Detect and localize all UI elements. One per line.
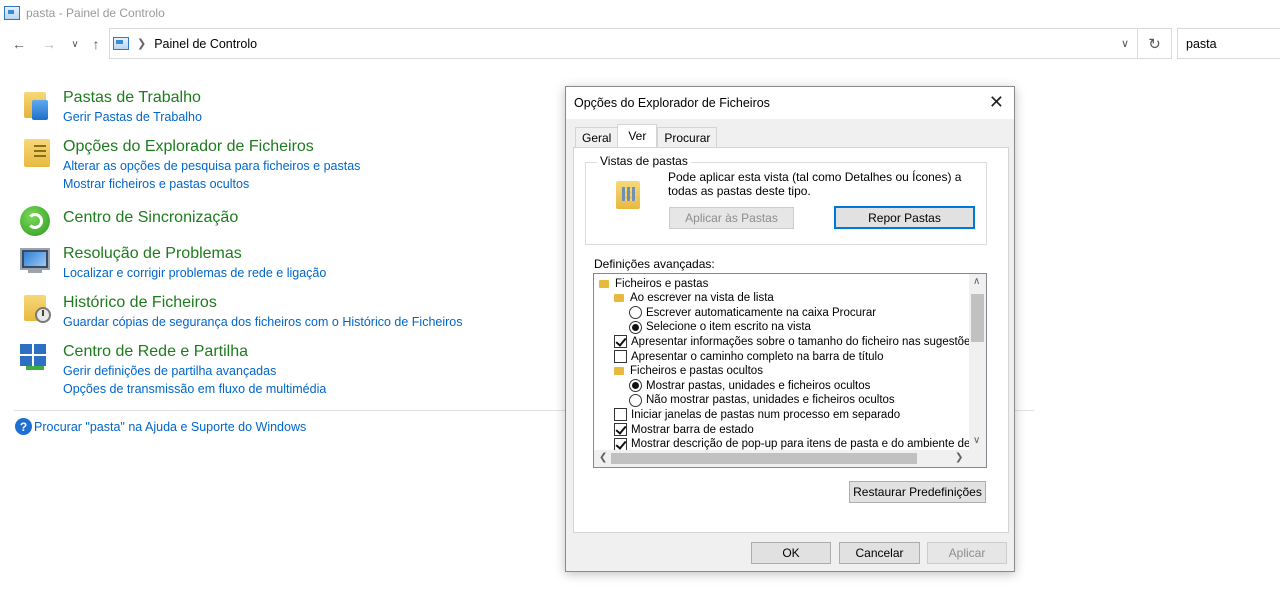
recent-locations-chevron-icon[interactable]: ∨ [64, 28, 86, 60]
address-bar[interactable]: ❯ Painel de Controlo ∨ [109, 28, 1138, 59]
folder-icon [614, 367, 624, 376]
tab-general[interactable]: Geral [575, 127, 619, 147]
setting-label: Não mostrar pastas, unidades e ficheiros… [646, 394, 895, 407]
setting-label: Apresentar informações sobre o tamanho d… [631, 335, 986, 348]
navigation-bar: ← → ∨ ↑ ❯ Painel de Controlo ∨ ↻ pasta [0, 28, 1280, 60]
cancel-button[interactable]: Cancelar [839, 542, 920, 564]
result-link[interactable]: Alterar as opções de pesquisa para fiche… [63, 157, 360, 175]
setting-row[interactable]: Não mostrar pastas, unidades e ficheiros… [629, 393, 895, 408]
help-search-link[interactable]: ? Procurar "pasta" na Ajuda e Suporte do… [15, 418, 306, 435]
setting-label: Iniciar janelas de pastas num processo e… [631, 408, 901, 421]
setting-row[interactable]: Apresentar informações sobre o tamanho d… [614, 334, 986, 349]
result-link[interactable]: Localizar e corrigir problemas de rede e… [63, 264, 326, 282]
file-explorer-options-dialog: Opções do Explorador de Ficheiros ✕ Gera… [565, 86, 1015, 572]
checkbox[interactable] [614, 350, 627, 363]
close-icon[interactable]: ✕ [989, 93, 1004, 111]
folder-views-icon [616, 181, 642, 209]
advanced-settings-list[interactable]: Ficheiros e pastas Ao escrever na vista d… [593, 273, 987, 468]
window-title-bar: pasta - Painel de Controlo [0, 0, 1280, 26]
result-title[interactable]: Centro de Sincronização [63, 208, 238, 228]
reset-folders-button[interactable]: Repor Pastas [834, 206, 975, 229]
setting-label: Mostrar barra de estado [631, 423, 754, 436]
result-title[interactable]: Resolução de Problemas [63, 244, 326, 264]
scroll-down-icon[interactable]: ∨ [973, 435, 980, 446]
breadcrumb-path[interactable]: Painel de Controlo [154, 37, 257, 51]
result-title[interactable]: Histórico de Ficheiros [63, 293, 463, 313]
setting-label: Mostrar pastas, unidades e ficheiros ocu… [646, 379, 871, 392]
help-icon: ? [15, 418, 32, 435]
work-folders-icon [18, 88, 52, 122]
tab-view[interactable]: Ver [617, 124, 658, 147]
checkbox[interactable] [614, 437, 627, 451]
ok-button[interactable]: OK [751, 542, 831, 564]
setting-row[interactable]: Iniciar janelas de pastas num processo e… [614, 407, 900, 422]
sync-center-icon [18, 206, 52, 242]
scroll-up-icon[interactable]: ∧ [973, 276, 980, 287]
scroll-left-icon[interactable]: ❮ [599, 452, 607, 463]
horizontal-scrollbar[interactable]: ❮ ❯ [594, 450, 986, 467]
setting-row[interactable]: Escrever automaticamente na caixa Procur… [629, 305, 876, 320]
control-panel-icon [4, 6, 20, 20]
help-link-text[interactable]: Procurar "pasta" na Ajuda e Suporte do W… [34, 420, 306, 434]
radio-button[interactable] [629, 320, 642, 334]
dialog-title: Opções do Explorador de Ficheiros [574, 96, 770, 110]
apply-button[interactable]: Aplicar [927, 542, 1007, 564]
checkbox[interactable] [614, 335, 627, 349]
radio-button[interactable] [629, 306, 642, 320]
breadcrumb-chevron-icon[interactable]: ❯ [137, 37, 146, 50]
setting-row: Ficheiros e pastas [599, 276, 708, 291]
result-link[interactable]: Mostrar ficheiros e pastas ocultos [63, 175, 360, 193]
network-sharing-icon [18, 342, 52, 376]
result-link[interactable]: Opções de transmissão em fluxo de multim… [63, 380, 326, 398]
back-arrow-icon[interactable]: ← [8, 28, 30, 60]
refresh-icon[interactable]: ↻ [1138, 28, 1172, 59]
setting-label: Selecione o item escrito na vista [646, 321, 811, 334]
file-history-icon [18, 293, 52, 327]
result-link[interactable]: Gerir definições de partilha avançadas [63, 362, 326, 380]
setting-row: Ficheiros e pastas ocultos [614, 364, 763, 379]
dialog-tabs: Geral Ver Procurar [575, 124, 718, 147]
result-link[interactable]: Guardar cópias de segurança dos ficheiro… [63, 313, 463, 331]
dialog-title-bar: Opções do Explorador de Ficheiros ✕ [566, 87, 1014, 119]
radio-button[interactable] [629, 393, 642, 407]
result-title[interactable]: Centro de Rede e Partilha [63, 342, 326, 362]
setting-row[interactable]: Selecione o item escrito na vista [629, 320, 811, 335]
setting-row: Ao escrever na vista de lista [614, 291, 774, 306]
setting-label: Escrever automaticamente na caixa Procur… [646, 306, 877, 319]
apply-to-folders-button[interactable]: Aplicar às Pastas [669, 207, 794, 229]
result-link[interactable]: Gerir Pastas de Trabalho [63, 108, 202, 126]
address-dropdown-chevron-icon[interactable]: ∨ [1121, 37, 1129, 50]
scroll-thumb[interactable] [611, 453, 917, 464]
setting-label: Ficheiros e pastas [615, 277, 709, 290]
advanced-settings-label: Definições avançadas: [594, 257, 715, 271]
setting-label: Mostrar descrição de pop-up para itens d… [631, 438, 987, 451]
search-input[interactable]: pasta [1177, 28, 1280, 59]
forward-arrow-icon[interactable]: → [38, 28, 60, 60]
setting-row[interactable]: Mostrar pastas, unidades e ficheiros ocu… [629, 378, 870, 393]
scroll-right-icon[interactable]: ❯ [955, 452, 963, 463]
result-title[interactable]: Pastas de Trabalho [63, 88, 202, 108]
control-panel-icon [113, 37, 129, 50]
scroll-thumb[interactable] [971, 294, 984, 342]
vertical-scrollbar[interactable]: ∧ ∨ [969, 274, 986, 450]
setting-label: Ao escrever na vista de lista [630, 292, 774, 305]
result-title[interactable]: Opções do Explorador de Ficheiros [63, 137, 360, 157]
tab-search[interactable]: Procurar [657, 127, 718, 147]
checkbox[interactable] [614, 408, 627, 422]
up-arrow-icon[interactable]: ↑ [85, 28, 107, 60]
window-title: pasta - Painel de Controlo [26, 6, 165, 20]
checkbox[interactable] [614, 423, 627, 436]
folder-views-label: Vistas de pastas [597, 154, 691, 168]
troubleshooting-icon [18, 244, 52, 278]
setting-row[interactable]: Apresentar o caminho completo na barra d… [614, 349, 884, 364]
setting-row[interactable]: Mostrar barra de estado [614, 422, 754, 437]
folder-icon [599, 279, 609, 288]
folder-icon [614, 294, 624, 303]
setting-label: Apresentar o caminho completo na barra d… [631, 350, 884, 363]
folder-options-icon [18, 137, 52, 171]
radio-button[interactable] [629, 379, 642, 393]
setting-label: Ficheiros e pastas ocultos [630, 365, 763, 378]
folder-views-description: Pode aplicar esta vista (tal como Detalh… [668, 170, 962, 198]
restore-defaults-button[interactable]: Restaurar Predefinições [849, 481, 986, 503]
